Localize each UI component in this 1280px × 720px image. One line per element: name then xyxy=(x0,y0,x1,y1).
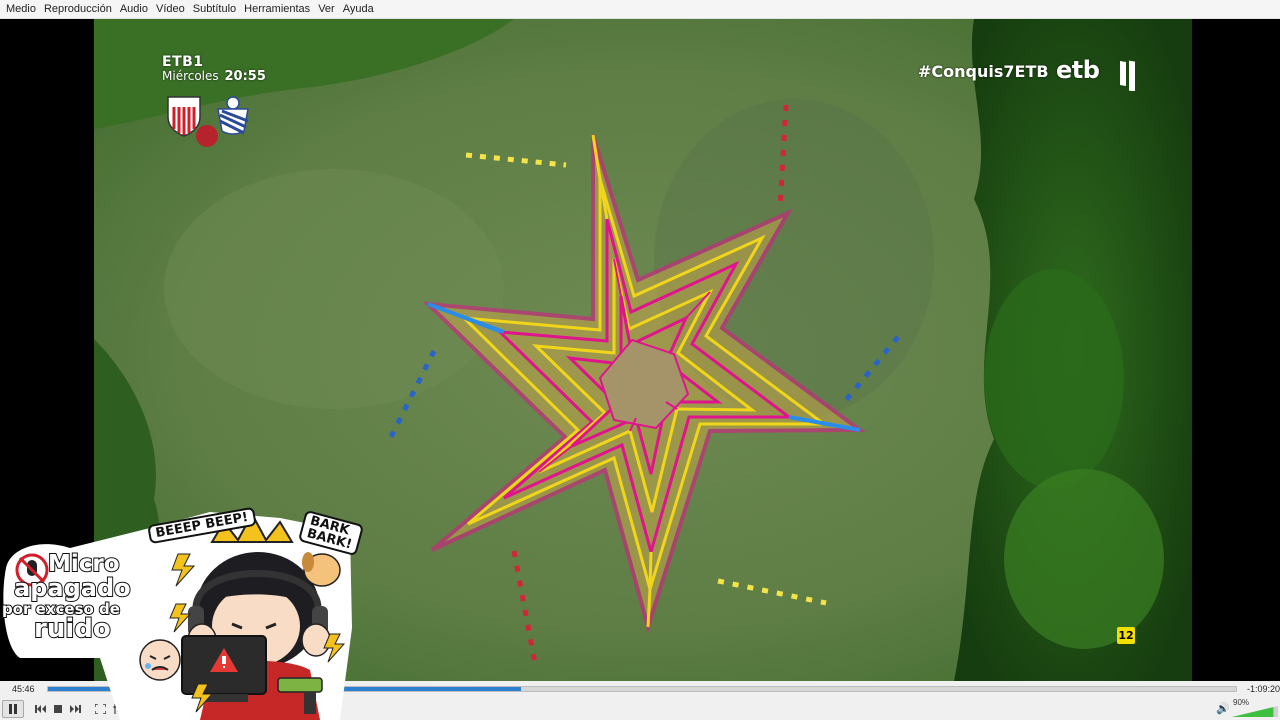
menu-herramientas[interactable]: Herramientas xyxy=(240,0,314,19)
broadcast-time: 20:55 xyxy=(224,69,266,84)
menu-medio[interactable]: Medio xyxy=(2,0,40,19)
menu-ver[interactable]: Ver xyxy=(314,0,339,19)
menu-bar: Medio Reproducción Audio Vídeo Subtítulo… xyxy=(0,0,1280,19)
volume-slider-fill xyxy=(1232,707,1274,717)
broadcast-datetime: Miércoles 20:55 xyxy=(162,69,266,84)
media-player-window: Medio Reproducción Audio Vídeo Subtítulo… xyxy=(0,0,1280,720)
remaining-time[interactable]: -1:09:20 xyxy=(1247,683,1280,695)
red-marker-icon xyxy=(196,125,218,147)
menu-reproduccion[interactable]: Reproducción xyxy=(40,0,116,19)
sticker-title-line2: apagado xyxy=(13,573,132,603)
channel-name: ETB1 xyxy=(162,54,204,70)
etb-logo-bars-icon xyxy=(1120,60,1135,91)
show-hashtag: #Conquis7ETB xyxy=(918,62,1049,81)
menu-subtitulo[interactable]: Subtítulo xyxy=(189,0,240,19)
volume-icon[interactable]: 🔊 xyxy=(1216,702,1230,715)
muted-mic-sticker: Micro apagado por exceso de ruido BEEEP … xyxy=(0,506,365,720)
volume-slider[interactable] xyxy=(1232,706,1278,717)
sticker-title-line4: ruido xyxy=(33,613,112,645)
etb-logo: etb xyxy=(1056,56,1100,84)
menu-audio[interactable]: Audio xyxy=(116,0,152,19)
age-rating-badge: 12 xyxy=(1117,627,1135,644)
menu-video[interactable]: Vídeo xyxy=(152,0,189,19)
volume-percent: 90% xyxy=(1233,698,1250,707)
menu-ayuda[interactable]: Ayuda xyxy=(339,0,378,19)
broadcast-day: Miércoles xyxy=(162,69,219,83)
